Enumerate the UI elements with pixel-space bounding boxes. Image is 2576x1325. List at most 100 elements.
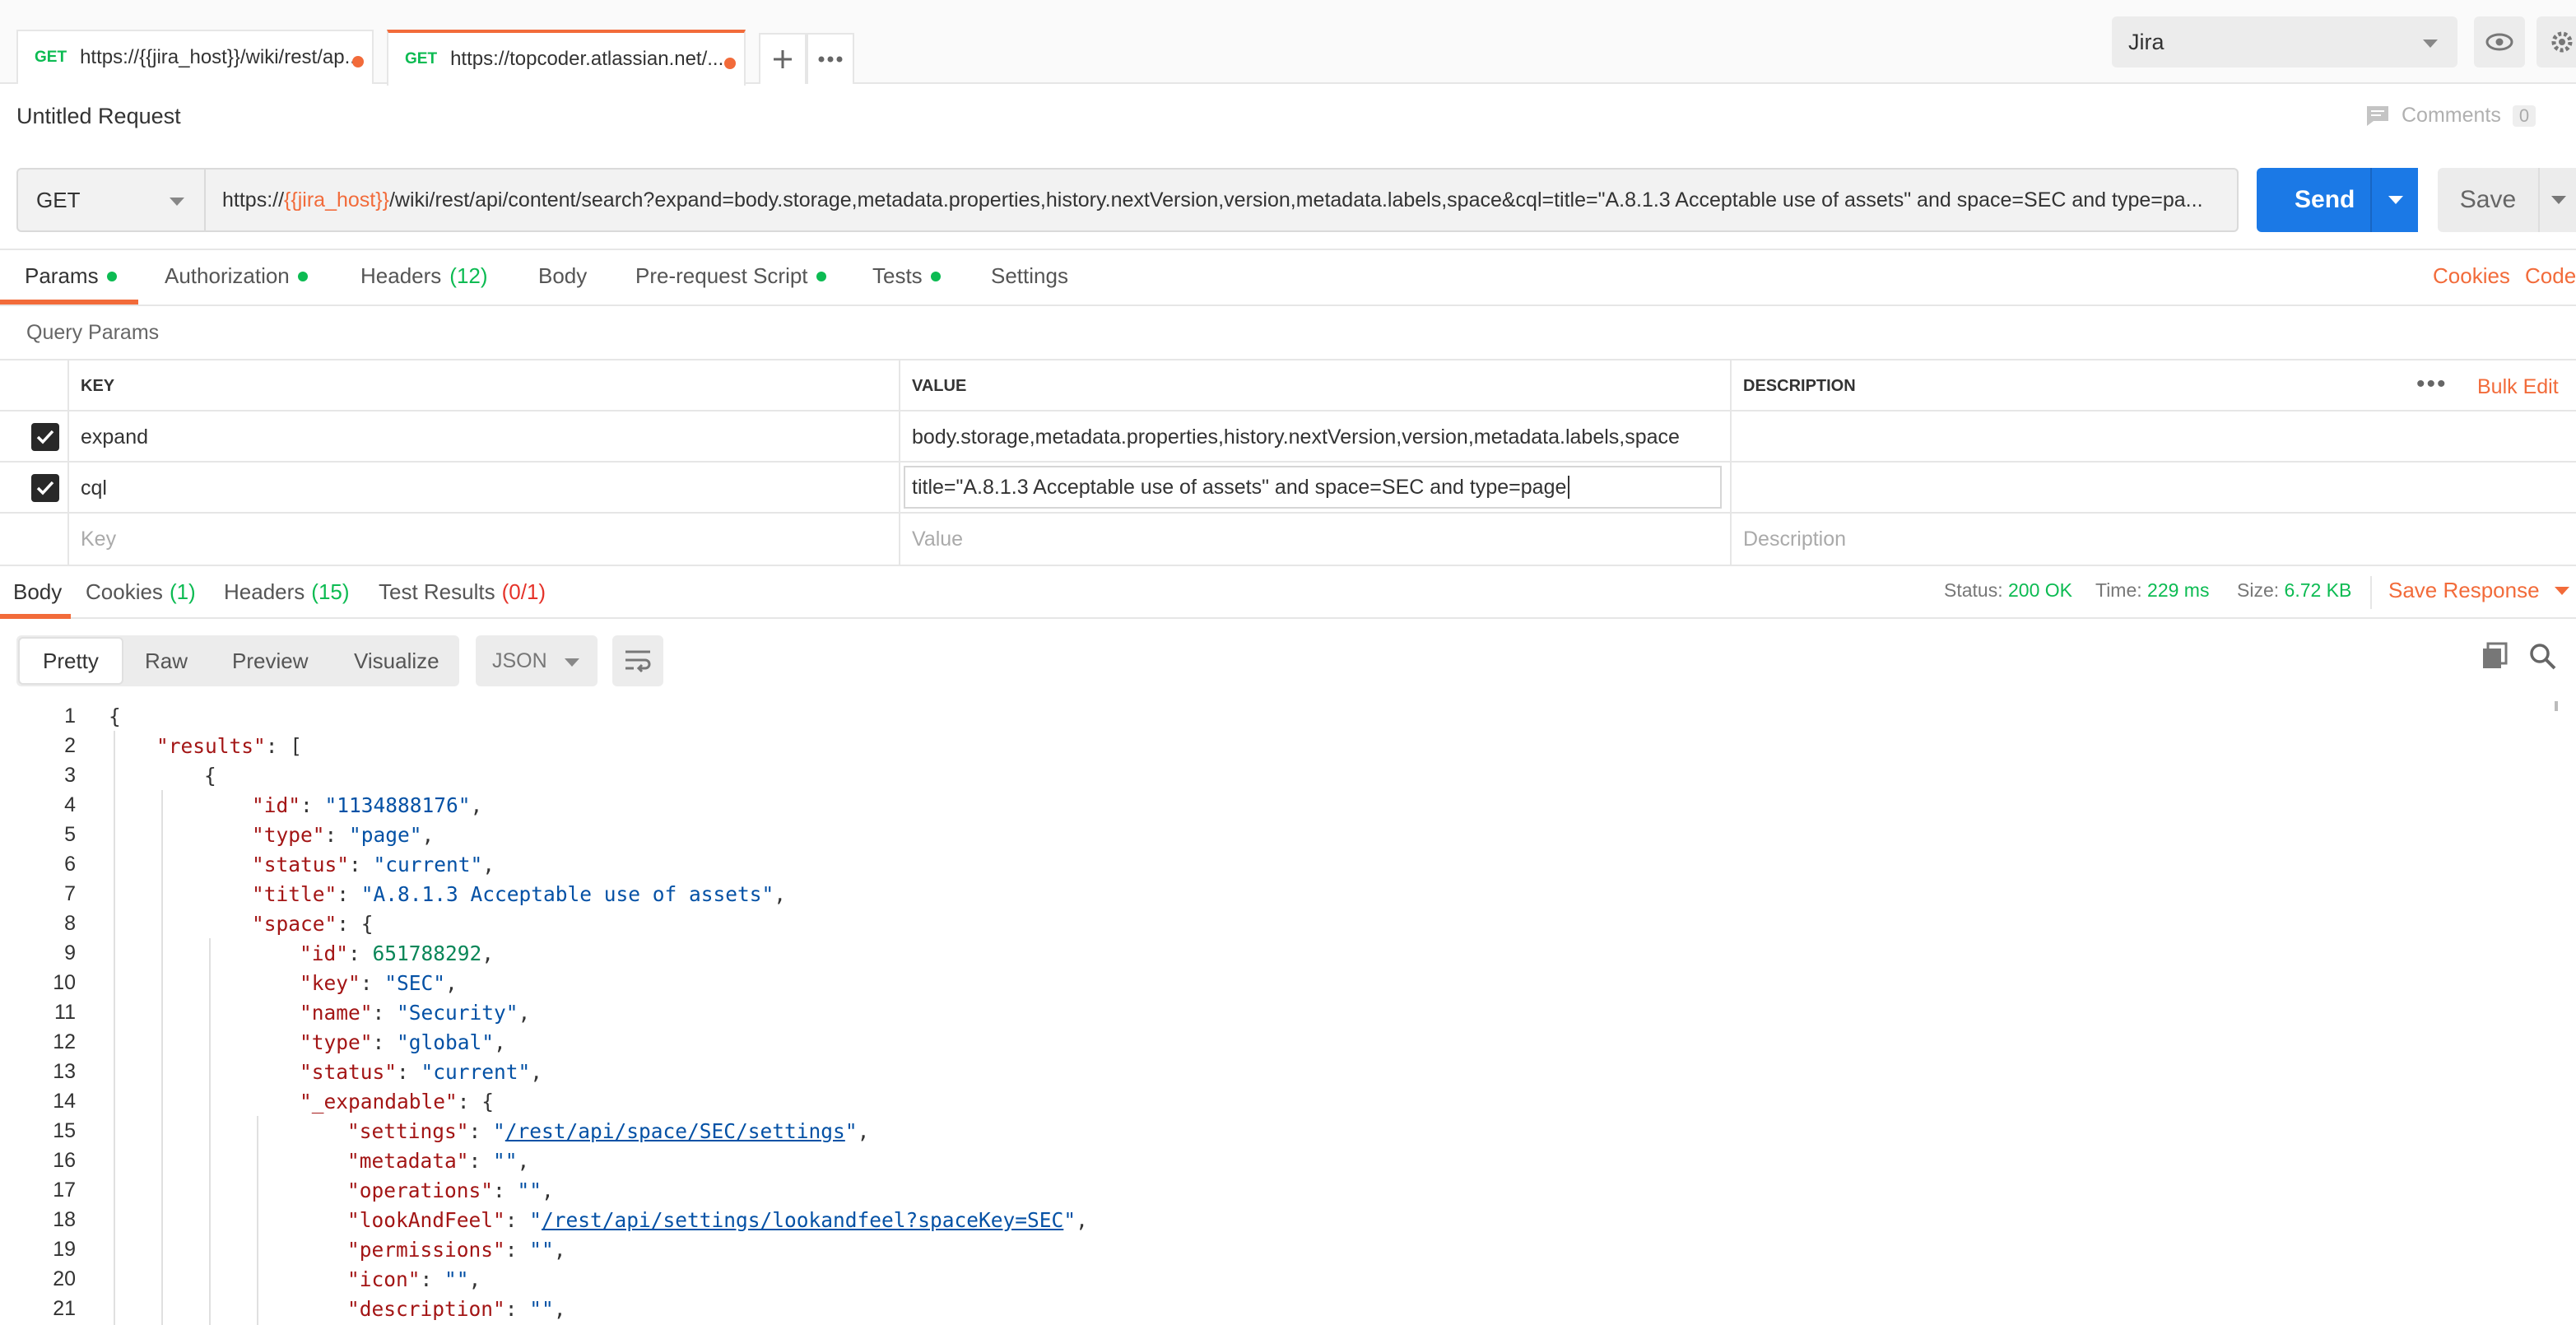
param-key[interactable]: expand: [67, 411, 899, 463]
line-number: 10: [53, 970, 76, 994]
environment-select[interactable]: Jira: [2112, 16, 2457, 67]
tab-url: https://topcoder.atlassian.net/...: [450, 48, 724, 70]
more-icon[interactable]: •••: [2416, 370, 2448, 398]
code-line: 13 "status": "current",: [0, 1057, 2551, 1086]
response-tabs: Body Cookies (1) Headers (15) Test Results…: [0, 565, 2576, 619]
line-number: 3: [64, 763, 76, 787]
tab-settings[interactable]: Settings: [991, 263, 1068, 289]
url-input[interactable]: https://{{jira_host}}/wiki/rest/api/cont…: [206, 168, 2239, 232]
tab-authorization[interactable]: Authorization: [165, 263, 308, 289]
status-value: 200 OK: [2008, 579, 2072, 601]
code-line: 19 "permissions": "",: [0, 1234, 2551, 1264]
chevron-down-icon: [565, 658, 579, 667]
environment-quick-look-button[interactable]: [2474, 16, 2525, 67]
cookies-link[interactable]: Cookies: [2433, 263, 2510, 289]
tab-label: Test Results: [379, 579, 495, 604]
param-row: cql title="A.8.1.3 Acceptable use of ass…: [0, 461, 2576, 514]
status-dot-icon: [106, 271, 117, 281]
view-pretty-button[interactable]: Pretty: [18, 637, 123, 685]
param-description[interactable]: [1730, 463, 2576, 514]
param-key[interactable]: cql: [67, 463, 899, 514]
method-select[interactable]: GET: [16, 168, 206, 232]
column-header-description: DESCRIPTION: [1730, 360, 2576, 411]
code-link[interactable]: Code: [2525, 263, 2576, 289]
code-text: {: [204, 763, 216, 788]
code-text: "id": 651788292,: [300, 941, 495, 965]
save-button[interactable]: Save: [2438, 168, 2538, 232]
view-mode-toggle: Pretty Raw Preview Visualize: [16, 635, 459, 686]
tab-tests[interactable]: Tests: [872, 263, 941, 289]
param-value[interactable]: body.storage,metadata.properties,history…: [899, 411, 1730, 463]
url-variable: {{jira_host}}: [284, 188, 389, 212]
new-param-description[interactable]: Description: [1730, 514, 2576, 565]
status-dot-icon: [297, 271, 308, 281]
size-label: Size:: [2237, 579, 2280, 601]
request-tab-1[interactable]: GET https://{{jira_host}}/wiki/rest/ap..…: [16, 30, 374, 84]
response-tab-headers[interactable]: Headers (15): [224, 579, 350, 605]
param-value-editor[interactable]: title="A.8.1.3 Acceptable use of assets"…: [904, 466, 1722, 509]
search-icon[interactable]: [2528, 642, 2556, 676]
line-number: 6: [64, 852, 76, 876]
tab-params[interactable]: Params: [25, 263, 117, 289]
code-text: "results": [: [156, 733, 303, 758]
response-body-code[interactable]: 1{2 "results": [3{4 "id": "1134888176", 5 "t…: [0, 701, 2576, 1325]
request-tab-2[interactable]: GET https://topcoder.atlassian.net/...: [387, 30, 746, 86]
response-tab-test-results[interactable]: Test Results (0/1): [379, 579, 546, 605]
line-number: 19: [53, 1237, 76, 1261]
view-visualize-button[interactable]: Visualize: [354, 635, 439, 686]
param-description[interactable]: [1730, 411, 2576, 463]
environment-label: Jira: [2128, 29, 2164, 54]
status-dot-icon: [816, 271, 826, 281]
wrap-lines-button[interactable]: [612, 635, 663, 686]
response-status: Status: 200 OK: [1944, 579, 2072, 602]
response-tab-body[interactable]: Body: [13, 579, 62, 605]
scrollbar[interactable]: [2555, 701, 2558, 711]
request-title-row: Untitled Request Comments 0: [0, 86, 2576, 150]
response-tab-cookies[interactable]: Cookies (1): [86, 579, 196, 605]
tab-prerequest-script[interactable]: Pre-request Script: [635, 263, 826, 289]
new-param-value[interactable]: Value: [899, 514, 1730, 565]
code-text: "title": "A.8.1.3 Acceptable use of asse…: [252, 881, 787, 906]
request-name[interactable]: Untitled Request: [16, 104, 181, 129]
save-response-button[interactable]: Save Response: [2388, 578, 2569, 603]
code-line: 20 "icon": "",: [0, 1264, 2551, 1294]
format-label: JSON: [492, 649, 547, 672]
active-tab-indicator: [0, 614, 71, 619]
comments-button[interactable]: Comments 0: [2365, 104, 2536, 128]
request-tab-bar: GET https://{{jira_host}}/wiki/rest/ap..…: [0, 0, 2576, 86]
format-select[interactable]: JSON: [476, 635, 598, 686]
tab-label: Tests: [872, 263, 923, 288]
new-param-key[interactable]: Key: [67, 514, 899, 565]
manage-environments-button[interactable]: [2536, 16, 2576, 67]
view-raw-button[interactable]: Raw: [145, 635, 188, 686]
line-number: 18: [53, 1207, 76, 1231]
comments-count: 0: [2512, 105, 2536, 127]
comment-icon: [2367, 105, 2388, 126]
line-number: 4: [64, 793, 76, 816]
save-label: Save: [2459, 186, 2517, 213]
code-line: 17 "operations": "",: [0, 1175, 2551, 1205]
copy-icon[interactable]: [2481, 642, 2509, 676]
line-number: 17: [53, 1178, 76, 1202]
code-line: 7 "title": "A.8.1.3 Acceptable use of ass…: [0, 879, 2551, 909]
bulk-edit-link[interactable]: Bulk Edit: [2477, 375, 2559, 399]
code-line: 5 "type": "page",: [0, 820, 2551, 849]
save-options-button[interactable]: [2538, 168, 2576, 232]
line-number: 9: [64, 941, 76, 965]
tab-options-button[interactable]: [807, 33, 854, 84]
send-options-button[interactable]: [2370, 168, 2418, 232]
status-dot-icon: [930, 271, 941, 281]
code-line: 4 "id": "1134888176",: [0, 790, 2551, 820]
tab-headers[interactable]: Headers (12): [360, 263, 488, 289]
time-label: Time:: [2095, 579, 2142, 601]
code-text: "lookAndFeel": "/rest/api/settings/looka…: [347, 1207, 1088, 1232]
new-tab-button[interactable]: [759, 33, 807, 84]
tab-body[interactable]: Body: [538, 263, 587, 289]
code-line: 2 "results": [: [0, 731, 2551, 760]
param-checkbox[interactable]: [31, 423, 59, 451]
view-preview-button[interactable]: Preview: [232, 635, 308, 686]
url-bar: GET https://{{jira_host}}/wiki/rest/api/…: [0, 150, 2576, 250]
param-checkbox[interactable]: [31, 474, 59, 502]
tab-label: Params: [25, 263, 99, 288]
comments-label: Comments: [2402, 104, 2501, 127]
